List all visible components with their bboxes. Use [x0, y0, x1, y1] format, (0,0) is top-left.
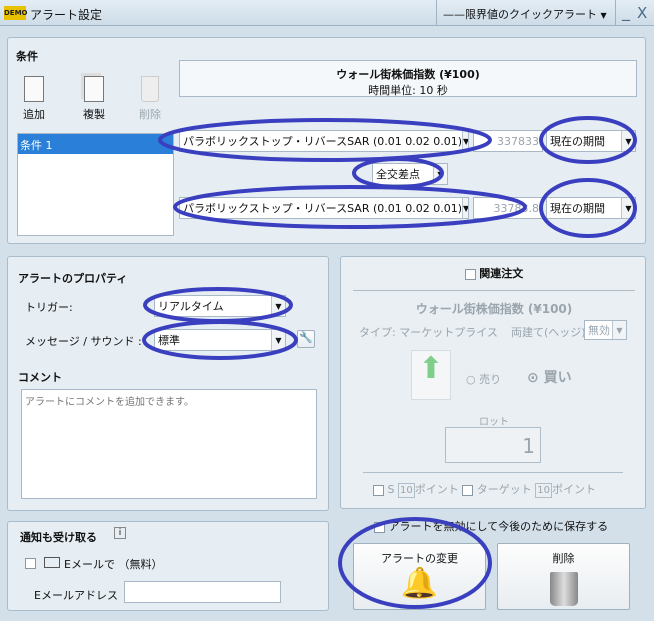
- divider: [353, 290, 635, 291]
- window-title: アラート設定: [30, 8, 103, 22]
- stop-loss-checkbox[interactable]: [373, 484, 384, 496]
- email-label: Eメールアドレス: [34, 589, 118, 602]
- operator-value: 全交差点: [376, 168, 420, 181]
- trash-icon: [141, 76, 159, 102]
- stop-loss-label: S: [387, 483, 395, 496]
- demo-logo: DEMO: [4, 6, 28, 20]
- duplicate-icon: [84, 76, 104, 102]
- chevron-down-icon: ▼: [433, 164, 447, 184]
- quick-alert-label: ——限界値のクイックアラート: [443, 8, 597, 21]
- comment-label: コメント: [18, 371, 62, 384]
- add-label: 追加: [23, 108, 45, 121]
- operator-select[interactable]: 全交差点 ▼: [372, 163, 448, 185]
- save-disabled-label: アラートを無効にして今後のために保存する: [388, 520, 609, 533]
- instrument-name: ウォール街株価指数 (¥100): [336, 68, 480, 81]
- buy-label: 買い: [543, 370, 572, 386]
- period2-select[interactable]: 現在の期間 ▼: [546, 197, 636, 219]
- sound-label: メッセージ / サウンド :: [25, 335, 142, 348]
- hedge-value: 無効: [588, 324, 610, 337]
- properties-panel: アラートのプロパティ トリガー: リアルタイム ▼ メッセージ / サウンド : …: [7, 256, 329, 511]
- email-input[interactable]: [124, 581, 281, 603]
- close-button[interactable]: X: [637, 4, 647, 22]
- instrument-info: ウォール街株価指数 (¥100) 時間単位: 10 秒: [179, 60, 637, 97]
- minimize-button[interactable]: _: [622, 2, 630, 21]
- trigger-label: トリガー:: [25, 301, 73, 314]
- sound-select[interactable]: 標準 ▼: [154, 329, 286, 351]
- buy-arrow-icon: ⬆: [411, 350, 451, 400]
- conditions-heading: 条件: [16, 50, 38, 63]
- related-order-panel: 関連注文 ウォール街株価指数 (¥100) タイプ: マーケットプライス 両建て…: [340, 256, 646, 509]
- list-item[interactable]: 条件 1: [18, 134, 173, 154]
- lot-label: ロット: [479, 417, 509, 428]
- related-order-checkbox[interactable]: [464, 268, 476, 280]
- chevron-down-icon: ▼: [612, 321, 626, 339]
- info-icon[interactable]: i: [114, 527, 126, 539]
- buy-radio[interactable]: ⊙ 買い: [527, 367, 572, 387]
- timeframe: 時間単位: 10 秒: [368, 84, 448, 97]
- indicator2-value: パラボリックストップ・リバースSAR (0.01 0.02 0.01): [183, 202, 463, 215]
- trash-icon: [549, 572, 578, 606]
- save-disabled-checkbox[interactable]: [374, 521, 385, 533]
- stop-loss-input[interactable]: 10: [397, 483, 415, 498]
- period1-select[interactable]: 現在の期間 ▼: [546, 130, 636, 152]
- title-bar: DEMO アラート設定 ——限界値のクイックアラート ▼ _ X: [0, 0, 654, 26]
- change-alert-label: アラートの変更: [381, 552, 458, 565]
- target-input[interactable]: 10: [535, 483, 552, 498]
- chevron-down-icon: ▼: [271, 296, 285, 316]
- value1-field[interactable]: 337833: [473, 130, 543, 152]
- stop-loss-unit: ポイント: [414, 483, 459, 496]
- lot-input[interactable]: 1: [445, 427, 541, 463]
- value2-field[interactable]: 33783.8: [473, 197, 543, 219]
- bell-icon: 🔔: [400, 566, 439, 601]
- target-checkbox[interactable]: [462, 484, 474, 496]
- add-document-icon: [24, 76, 44, 102]
- chevron-down-icon: ▼: [271, 330, 285, 350]
- indicator2-select[interactable]: パラボリックストップ・リバースSAR (0.01 0.02 0.01) ▼: [179, 197, 469, 219]
- delete-alert-label: 削除: [552, 552, 575, 565]
- hedge-label: 両建て(ヘッジ): [511, 326, 586, 339]
- chevron-down-icon: ▼: [600, 11, 607, 20]
- delete-condition-button[interactable]: 削除: [134, 76, 166, 122]
- order-type: タイプ: マーケットプライス: [359, 326, 498, 339]
- add-condition-button[interactable]: 追加: [18, 76, 50, 122]
- related-order-heading: 関連注文: [479, 267, 524, 280]
- period1-value: 現在の期間: [550, 135, 605, 148]
- divider: [363, 472, 623, 473]
- period2-value: 現在の期間: [550, 202, 605, 215]
- properties-heading: アラートのプロパティ: [18, 272, 128, 285]
- change-alert-button[interactable]: アラートの変更 🔔: [353, 543, 486, 610]
- sell-label: 売り: [479, 373, 502, 386]
- indicator1-value: パラボリックストップ・リバースSAR (0.01 0.02 0.01): [183, 135, 463, 148]
- sound-value: 標準: [158, 334, 180, 347]
- quick-alert-dropdown[interactable]: ——限界値のクイックアラート ▼: [436, 0, 616, 26]
- delete-label: 削除: [139, 108, 161, 121]
- email-check-label: Eメールで （無料）: [64, 558, 163, 571]
- delete-alert-button[interactable]: 削除: [497, 543, 630, 610]
- email-checkbox[interactable]: [25, 558, 36, 569]
- target-unit: ポイント: [551, 483, 596, 496]
- hedge-select[interactable]: 無効 ▼: [584, 320, 627, 340]
- comment-input[interactable]: [21, 389, 317, 499]
- envelope-icon: [44, 557, 60, 568]
- duplicate-label: 複製: [83, 108, 105, 121]
- conditions-panel: 条件 追加 複製 削除 条件 1 ウォール街株価指数 (¥100) 時間単位: 1…: [7, 37, 646, 244]
- notify-panel: 通知も受け取る i Eメールで （無料） Eメールアドレス: [7, 521, 329, 611]
- chevron-down-icon: ▼: [621, 131, 635, 151]
- wrench-icon[interactable]: 🔧: [297, 330, 315, 348]
- indicator1-select[interactable]: パラボリックストップ・リバースSAR (0.01 0.02 0.01) ▼: [179, 130, 469, 152]
- trigger-select[interactable]: リアルタイム ▼: [154, 295, 286, 317]
- sell-radio[interactable]: ○ 売り: [466, 371, 501, 387]
- duplicate-condition-button[interactable]: 複製: [78, 76, 110, 122]
- condition-list: 条件 1: [17, 133, 174, 236]
- chevron-down-icon: ▼: [621, 198, 635, 218]
- target-label: ターゲット: [476, 483, 532, 496]
- trigger-value: リアルタイム: [158, 300, 224, 313]
- chevron-down-icon: ▼: [462, 198, 468, 218]
- order-instrument: ウォール街株価指数 (¥100): [415, 302, 573, 316]
- notify-heading: 通知も受け取る: [20, 531, 97, 544]
- chevron-down-icon: ▼: [462, 131, 468, 151]
